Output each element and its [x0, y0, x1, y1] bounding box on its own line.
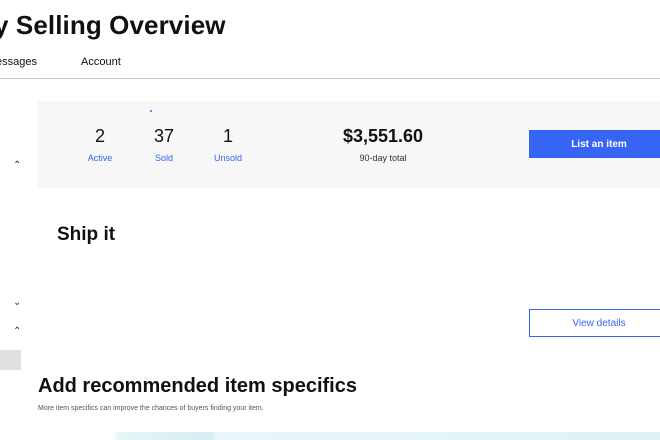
banner-image-strip	[0, 432, 660, 440]
total-label: 90-day total	[359, 153, 407, 163]
list-an-item-button[interactable]: List an item	[529, 130, 660, 158]
stat-active-count: 2	[94, 126, 105, 146]
stat-90-day-total: $3,551.60 90-day total	[323, 126, 443, 163]
ship-it-heading: Ship it	[57, 224, 116, 245]
page-title: y Selling Overview	[0, 10, 226, 40]
chevron-up-icon[interactable]: ⌃	[13, 160, 21, 171]
selling-summary-panel: 2 Active 37 Sold 1 Unsold $3,551.60 90-d…	[38, 101, 660, 188]
chevron-down-icon[interactable]: ⌄	[13, 297, 21, 308]
stat-active-link[interactable]: Active	[70, 153, 130, 163]
total-amount: $3,551.60	[342, 126, 424, 146]
notification-dot	[150, 110, 152, 112]
stat-unsold-count: 1	[222, 126, 233, 146]
stat-sold-link[interactable]: Sold	[134, 153, 194, 163]
stat-active[interactable]: 2 Active	[70, 126, 130, 163]
stat-unsold-link[interactable]: Unsold	[198, 153, 258, 163]
stat-unsold[interactable]: 1 Unsold	[198, 126, 258, 163]
tab-messages[interactable]: essages	[0, 56, 37, 68]
item-specifics-description: More item specifics can improve the chan…	[38, 405, 264, 412]
stat-sold-count: 37	[153, 126, 175, 146]
view-details-button[interactable]: View details	[529, 309, 660, 337]
stat-sold[interactable]: 37 Sold	[134, 126, 194, 163]
nav-divider	[0, 78, 660, 79]
item-specifics-heading: Add recommended item specifics	[38, 375, 357, 397]
sidebar-selected-item[interactable]	[0, 350, 21, 370]
tab-account[interactable]: Account	[81, 56, 121, 68]
chevron-up-icon[interactable]: ⌃	[13, 326, 21, 337]
